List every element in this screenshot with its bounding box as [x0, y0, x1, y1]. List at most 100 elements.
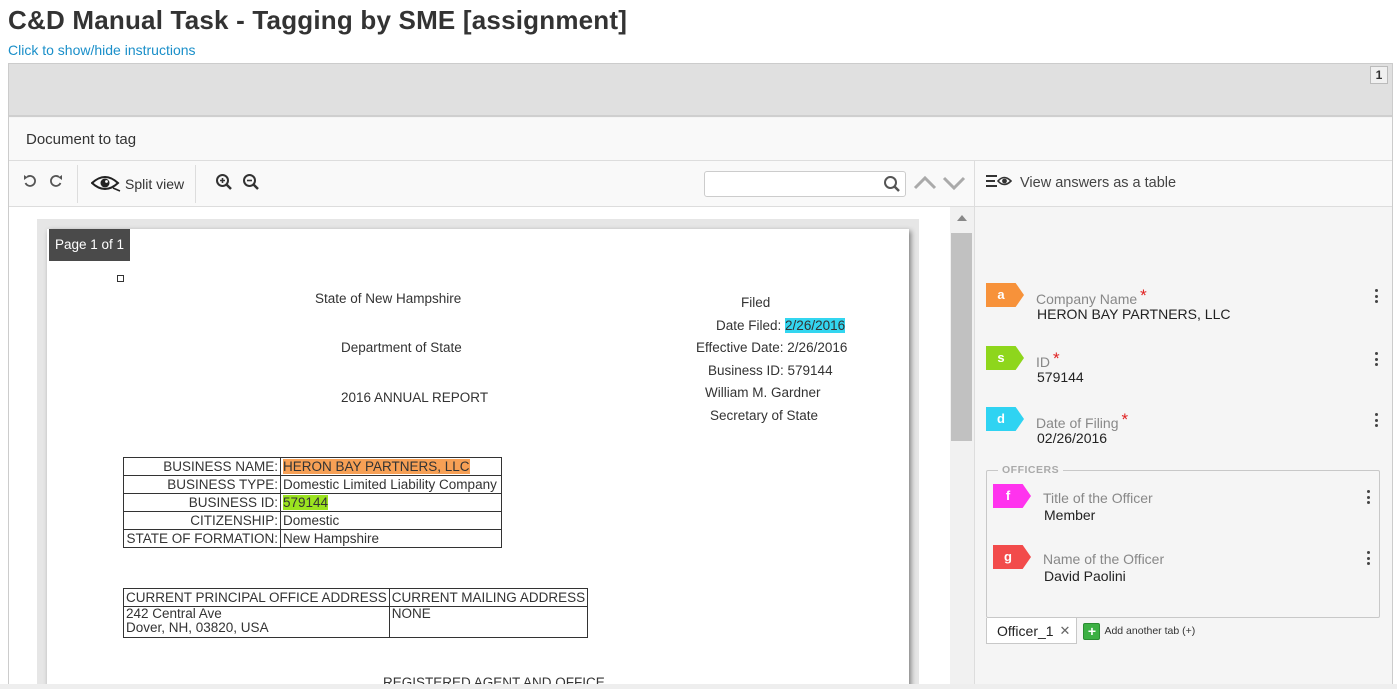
business-name-highlight[interactable]: HERON BAY PARTNERS, LLC [283, 459, 470, 474]
table-cell-label: STATE OF FORMATION: [123, 529, 281, 548]
table-cell-value: HERON BAY PARTNERS, LLC [280, 457, 502, 476]
officer-tabs: Officer_1 ✕ + Add another tab (+) [986, 618, 1195, 644]
page-number-badge[interactable]: 1 [1370, 66, 1388, 84]
doc-state-text: State of New Hampshire [315, 291, 462, 306]
required-asterisk: * [1121, 410, 1129, 429]
search-icon[interactable] [883, 175, 901, 193]
add-tab-label: Add another tab (+) [1104, 625, 1196, 637]
document-section-title: Document to tag [26, 131, 137, 148]
document-section-header: Document to tag [9, 118, 1392, 161]
table-cell-label: BUSINESS NAME: [123, 457, 281, 476]
eye-icon [90, 174, 121, 195]
document-scrollbar[interactable] [950, 207, 974, 688]
field-label: Name of the Officer [1043, 551, 1165, 567]
split-view-button[interactable]: Split view [90, 172, 184, 196]
zoom-in-icon[interactable] [214, 173, 234, 193]
doc-effective-date: Effective Date: 2/26/2016 [696, 340, 848, 355]
table-row: 242 Central Ave Dover, NH, 03820, USA NO… [123, 606, 589, 638]
table-cell-value: Domestic Limited Liability Company [280, 475, 502, 494]
doc-date-filed-label: Date Filed: [716, 318, 782, 333]
close-icon[interactable]: ✕ [1060, 623, 1071, 639]
undo-icon[interactable] [20, 173, 40, 193]
field-date-of-filing[interactable]: d Date of Filing * 02/26/2016 [986, 407, 1381, 457]
more-options-icon[interactable] [1371, 287, 1381, 305]
doc-date-filed-value[interactable]: 2/26/2016 [785, 318, 846, 333]
chevron-down-icon[interactable] [942, 173, 966, 193]
table-cell-value: Domestic [280, 511, 502, 530]
table-row: BUSINESS ID: 579144 [123, 493, 502, 512]
field-value[interactable]: 02/26/2016 [1037, 430, 1107, 446]
field-tag-badge[interactable]: g [993, 545, 1031, 569]
plus-icon: + [1083, 622, 1101, 640]
field-tag-badge[interactable]: f [993, 484, 1031, 508]
address-line-1: 242 Central Ave [126, 606, 222, 621]
table-header-row: CURRENT PRINCIPAL OFFICE ADDRESS CURRENT… [123, 588, 589, 607]
more-options-icon[interactable] [1363, 549, 1373, 567]
top-gray-bar: 1 [9, 64, 1392, 117]
view-answers-table-button[interactable]: View answers as a table [986, 174, 1176, 192]
officers-group: OFFICERS f Title of the Officer Member g… [986, 464, 1380, 618]
tab-label: Officer_1 [997, 622, 1054, 639]
required-asterisk: * [1053, 349, 1060, 368]
field-value[interactable]: HERON BAY PARTNERS, LLC [1037, 306, 1230, 322]
more-options-icon[interactable] [1371, 350, 1381, 368]
document-search-input[interactable] [704, 171, 906, 197]
field-tag-badge[interactable]: s [986, 346, 1024, 370]
page-marker [117, 275, 124, 282]
doc-report-title: 2016 ANNUAL REPORT [341, 390, 489, 405]
business-info-table: BUSINESS NAME: HERON BAY PARTNERS, LLC B… [123, 457, 502, 548]
table-cell-label: CITIZENSHIP: [123, 511, 281, 530]
toolbar-divider [195, 165, 196, 203]
doc-business-id-text: Business ID: 579144 [708, 363, 833, 378]
doc-department-text: Department of State [341, 340, 462, 355]
field-value[interactable]: 579144 [1037, 369, 1084, 385]
task-frame: 1 Document to tag Split view Page 1 of 1… [8, 63, 1393, 689]
table-cell-label: BUSINESS ID: [123, 493, 281, 512]
document-viewer[interactable]: Page 1 of 1 State of New Hampshire Depar… [9, 207, 950, 688]
answers-panel: View answers as a table a Company Name * … [974, 161, 1392, 688]
field-company-name[interactable]: a Company Name * HERON BAY PARTNERS, LLC [986, 283, 1381, 333]
field-id[interactable]: s ID * 579144 [986, 346, 1381, 396]
page-indicator: Page 1 of 1 [49, 229, 131, 261]
required-asterisk: * [1140, 286, 1147, 305]
scroll-up-arrow-icon[interactable] [957, 215, 967, 221]
business-id-highlight[interactable]: 579144 [283, 495, 329, 510]
table-cell-label: BUSINESS TYPE: [123, 475, 281, 494]
officers-group-legend: OFFICERS [998, 464, 1064, 476]
bottom-strip [0, 684, 1397, 689]
add-another-tab-button[interactable]: + Add another tab (+) [1083, 622, 1196, 640]
table-header-cell: CURRENT PRINCIPAL OFFICE ADDRESS [123, 588, 390, 607]
table-row: BUSINESS NAME: HERON BAY PARTNERS, LLC [123, 457, 502, 476]
instructions-toggle-link[interactable]: Click to show/hide instructions [8, 42, 196, 58]
redo-icon[interactable] [46, 173, 66, 193]
field-tag-badge[interactable]: a [986, 283, 1024, 307]
address-table: CURRENT PRINCIPAL OFFICE ADDRESS CURRENT… [123, 588, 589, 638]
field-officer-title[interactable]: f Title of the Officer Member [993, 484, 1373, 534]
doc-filed-text: Filed [741, 295, 771, 310]
table-row: STATE OF FORMATION: New Hampshire [123, 529, 502, 548]
answers-panel-header: View answers as a table [975, 161, 1392, 207]
zoom-out-icon[interactable] [241, 173, 261, 193]
page-title: C&D Manual Task - Tagging by SME [assign… [8, 5, 628, 35]
list-eye-icon [986, 174, 1013, 192]
chevron-up-icon[interactable] [913, 173, 937, 193]
table-row: CITIZENSHIP: Domestic [123, 511, 502, 530]
table-cell-value: New Hampshire [280, 529, 502, 548]
document-page[interactable]: Page 1 of 1 State of New Hampshire Depar… [47, 229, 909, 688]
field-officer-name[interactable]: g Name of the Officer David Paolini [993, 545, 1373, 595]
field-tag-badge[interactable]: d [986, 407, 1024, 431]
field-value[interactable]: Member [1044, 507, 1095, 523]
field-value[interactable]: David Paolini [1044, 568, 1126, 584]
more-options-icon[interactable] [1371, 411, 1381, 429]
more-options-icon[interactable] [1363, 488, 1373, 506]
toolbar-divider [77, 165, 78, 203]
address-line-2: Dover, NH, 03820, USA [126, 620, 269, 635]
table-cell-principal-address: 242 Central Ave Dover, NH, 03820, USA [123, 606, 390, 638]
scrollbar-thumb[interactable] [951, 233, 972, 441]
table-cell-mailing-address: NONE [388, 606, 589, 638]
doc-signer-name: William M. Gardner [705, 385, 821, 400]
doc-signer-title: Secretary of State [710, 408, 819, 423]
table-row: BUSINESS TYPE: Domestic Limited Liabilit… [123, 475, 502, 494]
tab-officer-1[interactable]: Officer_1 ✕ [986, 618, 1078, 644]
document-toolbar: Split view [9, 161, 974, 207]
